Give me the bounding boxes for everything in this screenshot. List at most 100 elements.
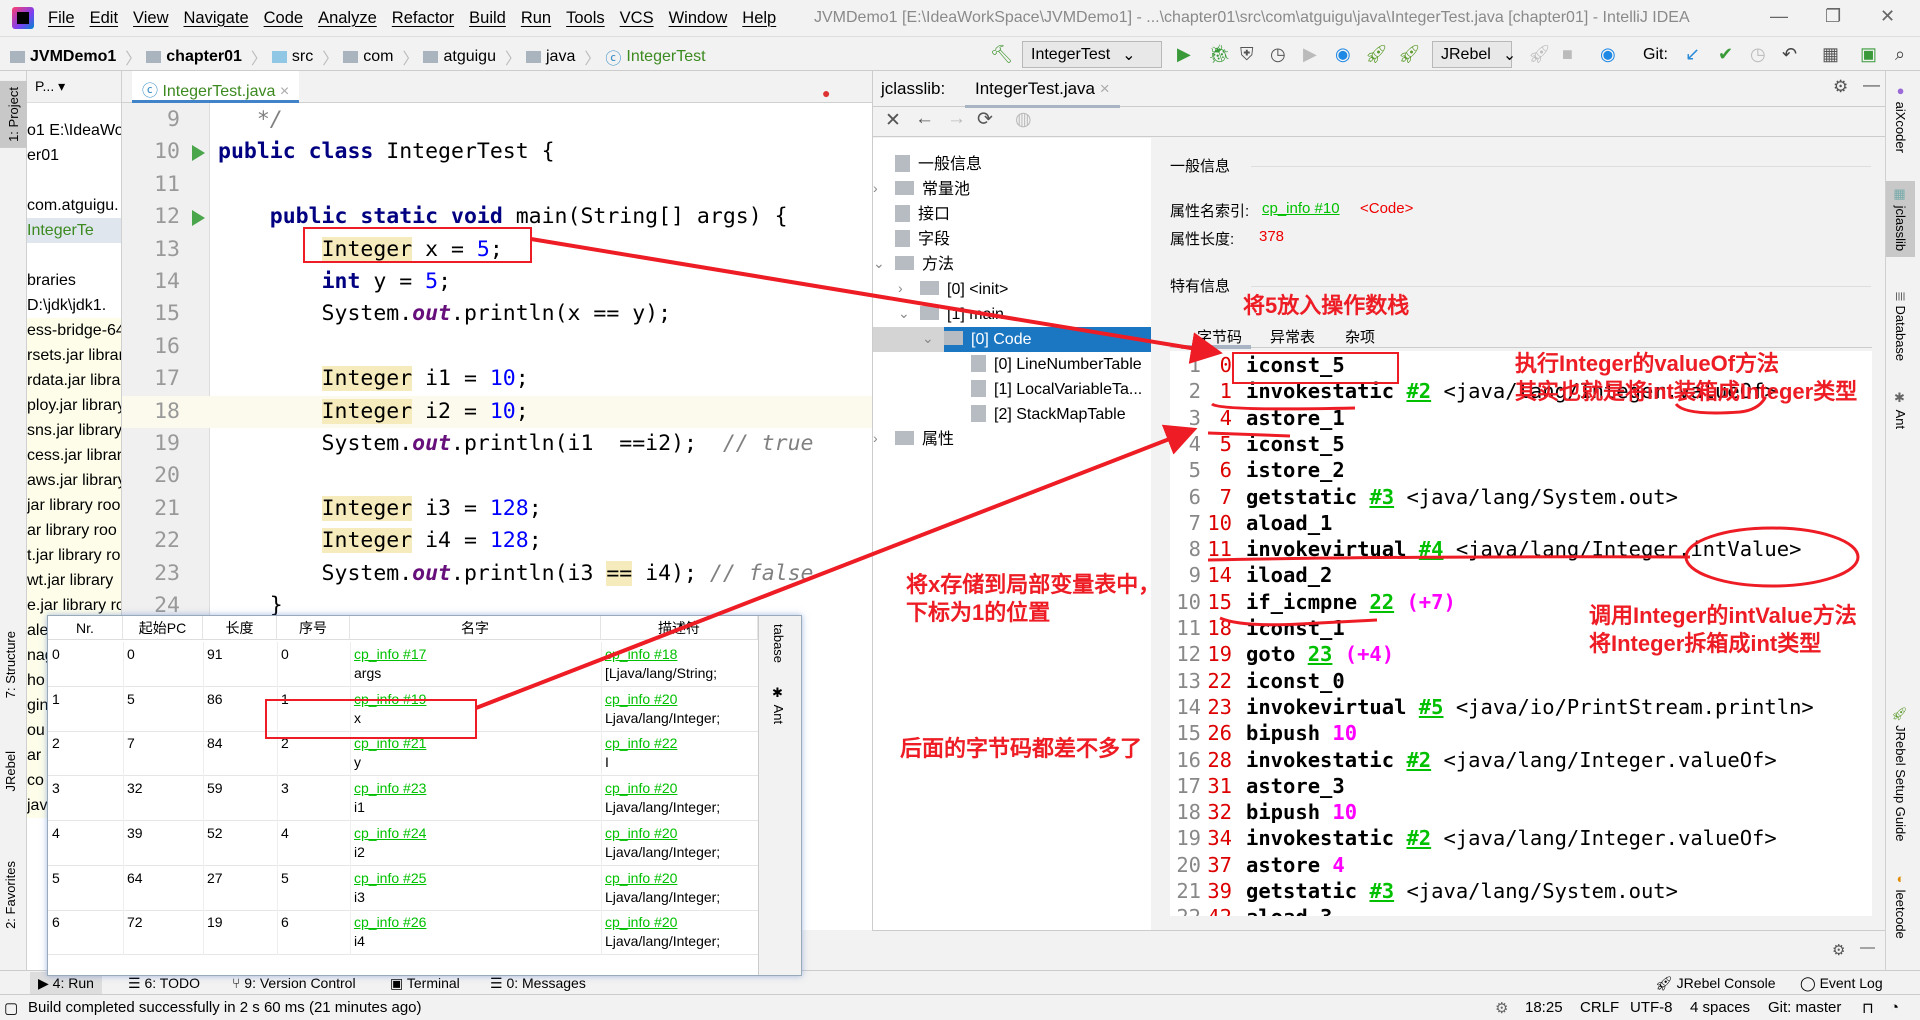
- project-tree-item[interactable]: jar library roo: [27, 493, 121, 518]
- notifications-icon[interactable]: ◔: [1890, 999, 1899, 1016]
- hide-panel-icon[interactable]: —: [1863, 75, 1880, 95]
- tool-window-version-control[interactable]: ⑂ 9: Version Control: [232, 975, 356, 991]
- table-row[interactable]: 2 7 84 2 cp_info #21 y cp_info #22 I: [48, 731, 758, 777]
- tree-node[interactable]: 常量池: [895, 177, 970, 202]
- project-structure-icon[interactable]: ▦: [1822, 44, 1839, 65]
- cell-descriptor-ref[interactable]: cp_info #20: [605, 869, 677, 888]
- code-line[interactable]: 20: [122, 460, 872, 492]
- tool-tab-jrebel[interactable]: JRebel: [3, 751, 18, 791]
- breadcrumb-src[interactable]: src: [292, 48, 313, 66]
- constant-pool-link[interactable]: #2: [1406, 748, 1431, 772]
- code-line[interactable]: 19 System.out.println(i1 ==i2); // true: [122, 428, 872, 460]
- settings-gear-icon[interactable]: ⚙: [1832, 941, 1845, 959]
- code-line[interactable]: 11: [122, 169, 872, 201]
- tool-tab-jclasslib[interactable]: ▦ jclasslib: [1886, 181, 1915, 258]
- forward-arrow-icon[interactable]: →: [947, 108, 966, 130]
- rollback-icon[interactable]: ↶: [1782, 44, 1797, 65]
- menu-tools[interactable]: Tools: [566, 9, 605, 28]
- code-line[interactable]: 18 Integer i2 = 10;: [122, 395, 872, 428]
- chevron-right-icon[interactable]: ›: [873, 180, 878, 196]
- lock-icon[interactable]: ⊓: [1862, 999, 1874, 1017]
- menu-run[interactable]: Run: [521, 9, 551, 28]
- editor-tab-integertest[interactable]: ⓒ IntegerTest.java ×: [132, 71, 300, 103]
- code-line[interactable]: 23 System.out.println(i3 == i4); // fals…: [122, 558, 872, 590]
- refresh-icon[interactable]: ⟳: [977, 108, 993, 131]
- status-message[interactable]: Build completed successfully in 2 s 60 m…: [28, 999, 422, 1016]
- column-header[interactable]: 名字: [350, 616, 601, 640]
- tool-tab-project[interactable]: 1: Project: [0, 81, 27, 148]
- cell-descriptor-ref[interactable]: cp_info #20: [605, 824, 677, 843]
- project-tree-item[interactable]: sns.jar library: [27, 418, 121, 443]
- tab-bytecode[interactable]: 字节码: [1197, 326, 1242, 347]
- close-window-button[interactable]: ✕: [1880, 6, 1895, 27]
- build-hammer-icon[interactable]: 🔨︎: [990, 44, 1013, 65]
- cell-name-ref[interactable]: cp_info #17: [354, 645, 426, 664]
- debug-icon[interactable]: 🐞︎: [1208, 44, 1231, 65]
- tab-exception-table[interactable]: 异常表: [1270, 326, 1315, 347]
- jrebel-config-dropdown[interactable]: JRebel ⌄: [1432, 41, 1516, 68]
- tree-node[interactable]: 接口: [895, 202, 950, 227]
- project-tree-item[interactable]: wt.jar library: [27, 568, 121, 593]
- tool-tab-database[interactable]: tabase: [771, 624, 786, 663]
- constant-pool-link[interactable]: #2: [1406, 379, 1431, 403]
- tool-tab-ant[interactable]: ✱ Ant: [771, 686, 786, 724]
- constant-pool-link[interactable]: 22: [1369, 590, 1394, 614]
- breadcrumb-java[interactable]: java: [546, 48, 575, 66]
- code-line[interactable]: 13 Integer x = 5;: [122, 234, 872, 266]
- code-line[interactable]: 12 public static void main(String[] args…: [122, 201, 872, 233]
- menu-navigate[interactable]: Navigate: [184, 9, 249, 28]
- error-indicator-icon[interactable]: ●: [822, 85, 830, 101]
- tree-node[interactable]: [1] main: [920, 302, 1004, 327]
- project-tree-item[interactable]: D:\jdk\jdk1.: [27, 293, 106, 318]
- constant-pool-link[interactable]: #3: [1369, 485, 1394, 509]
- profile-icon[interactable]: ◷: [1270, 44, 1286, 65]
- code-line[interactable]: 21 Integer i3 = 128;: [122, 493, 872, 525]
- tree-node[interactable]: [1] LocalVariableTa...: [971, 377, 1142, 402]
- project-tree-item[interactable]: braries: [27, 268, 76, 293]
- menu-edit[interactable]: Edit: [90, 9, 118, 28]
- project-tree-item[interactable]: aws.jar library: [27, 468, 121, 493]
- hide-panel-icon[interactable]: —: [1860, 939, 1875, 956]
- run-disabled-icon[interactable]: ▶: [1303, 44, 1317, 65]
- project-view-selector[interactable]: P... ▾: [27, 71, 121, 103]
- tool-tab-database[interactable]: ≣ Database: [1893, 291, 1908, 361]
- menu-vcs[interactable]: VCS: [620, 9, 654, 28]
- jrebel-remote-icon[interactable]: ◉: [1600, 44, 1616, 65]
- chevron-down-icon[interactable]: ⌄: [873, 255, 885, 272]
- jrebel-update-icon[interactable]: 🚀︎: [1528, 44, 1551, 65]
- table-row[interactable]: 4 39 52 4 cp_info #24 i2 cp_info #20 Ljava/lang…: [48, 820, 758, 866]
- chevron-right-icon[interactable]: ›: [873, 430, 878, 446]
- tree-node[interactable]: 一般信息: [895, 152, 982, 177]
- settings-gear-icon[interactable]: ⚙: [1833, 77, 1848, 97]
- search-icon[interactable]: ⌕: [1895, 44, 1905, 65]
- cell-name-ref[interactable]: cp_info #26: [354, 913, 426, 932]
- tree-node[interactable]: 字段: [895, 227, 950, 252]
- git-commit-icon[interactable]: ✔: [1718, 44, 1733, 65]
- menu-view[interactable]: View: [133, 9, 168, 28]
- name-index-link[interactable]: cp_info #10: [1262, 200, 1340, 217]
- stop-icon[interactable]: ■: [1562, 44, 1573, 65]
- tree-node[interactable]: [0] LineNumberTable: [971, 352, 1142, 377]
- menu-code[interactable]: Code: [264, 9, 303, 28]
- table-row[interactable]: 0 0 91 0 cp_info #17 args cp_info #18 [Ljava/la…: [48, 642, 758, 687]
- project-tree-item[interactable]: o1 E:\IdeaWo: [27, 118, 121, 143]
- constant-pool-link[interactable]: #2: [1406, 826, 1431, 850]
- menu-file[interactable]: File: [48, 9, 75, 28]
- tool-tab-ant[interactable]: ✱ Ant: [1893, 391, 1908, 429]
- git-branch[interactable]: Git: master: [1768, 999, 1841, 1016]
- cell-descriptor-ref[interactable]: cp_info #18: [605, 645, 677, 664]
- code-line[interactable]: 17 Integer i1 = 10;: [122, 363, 872, 395]
- project-tree-item[interactable]: IntegerTe: [27, 218, 121, 243]
- tree-node[interactable]: [2] StackMapTable: [971, 402, 1126, 427]
- table-row[interactable]: 1 5 86 1 cp_info #19 x cp_info #20 Ljava/lang/I…: [48, 686, 758, 732]
- column-header[interactable]: 长度: [203, 616, 277, 640]
- jclasslib-tab-integertest[interactable]: IntegerTest.java ×: [965, 79, 1120, 108]
- code-line[interactable]: 10 public class IntegerTest {: [122, 136, 872, 168]
- column-header[interactable]: Nr.: [48, 616, 123, 640]
- column-header[interactable]: 描述符: [601, 616, 758, 640]
- line-separator[interactable]: CRLF: [1580, 999, 1619, 1016]
- web-globe-icon[interactable]: ◍: [1015, 108, 1032, 131]
- cell-name-ref[interactable]: cp_info #19: [354, 690, 426, 709]
- project-tree-item[interactable]: t.jar library ro: [27, 543, 121, 568]
- cell-name-ref[interactable]: cp_info #21: [354, 734, 426, 753]
